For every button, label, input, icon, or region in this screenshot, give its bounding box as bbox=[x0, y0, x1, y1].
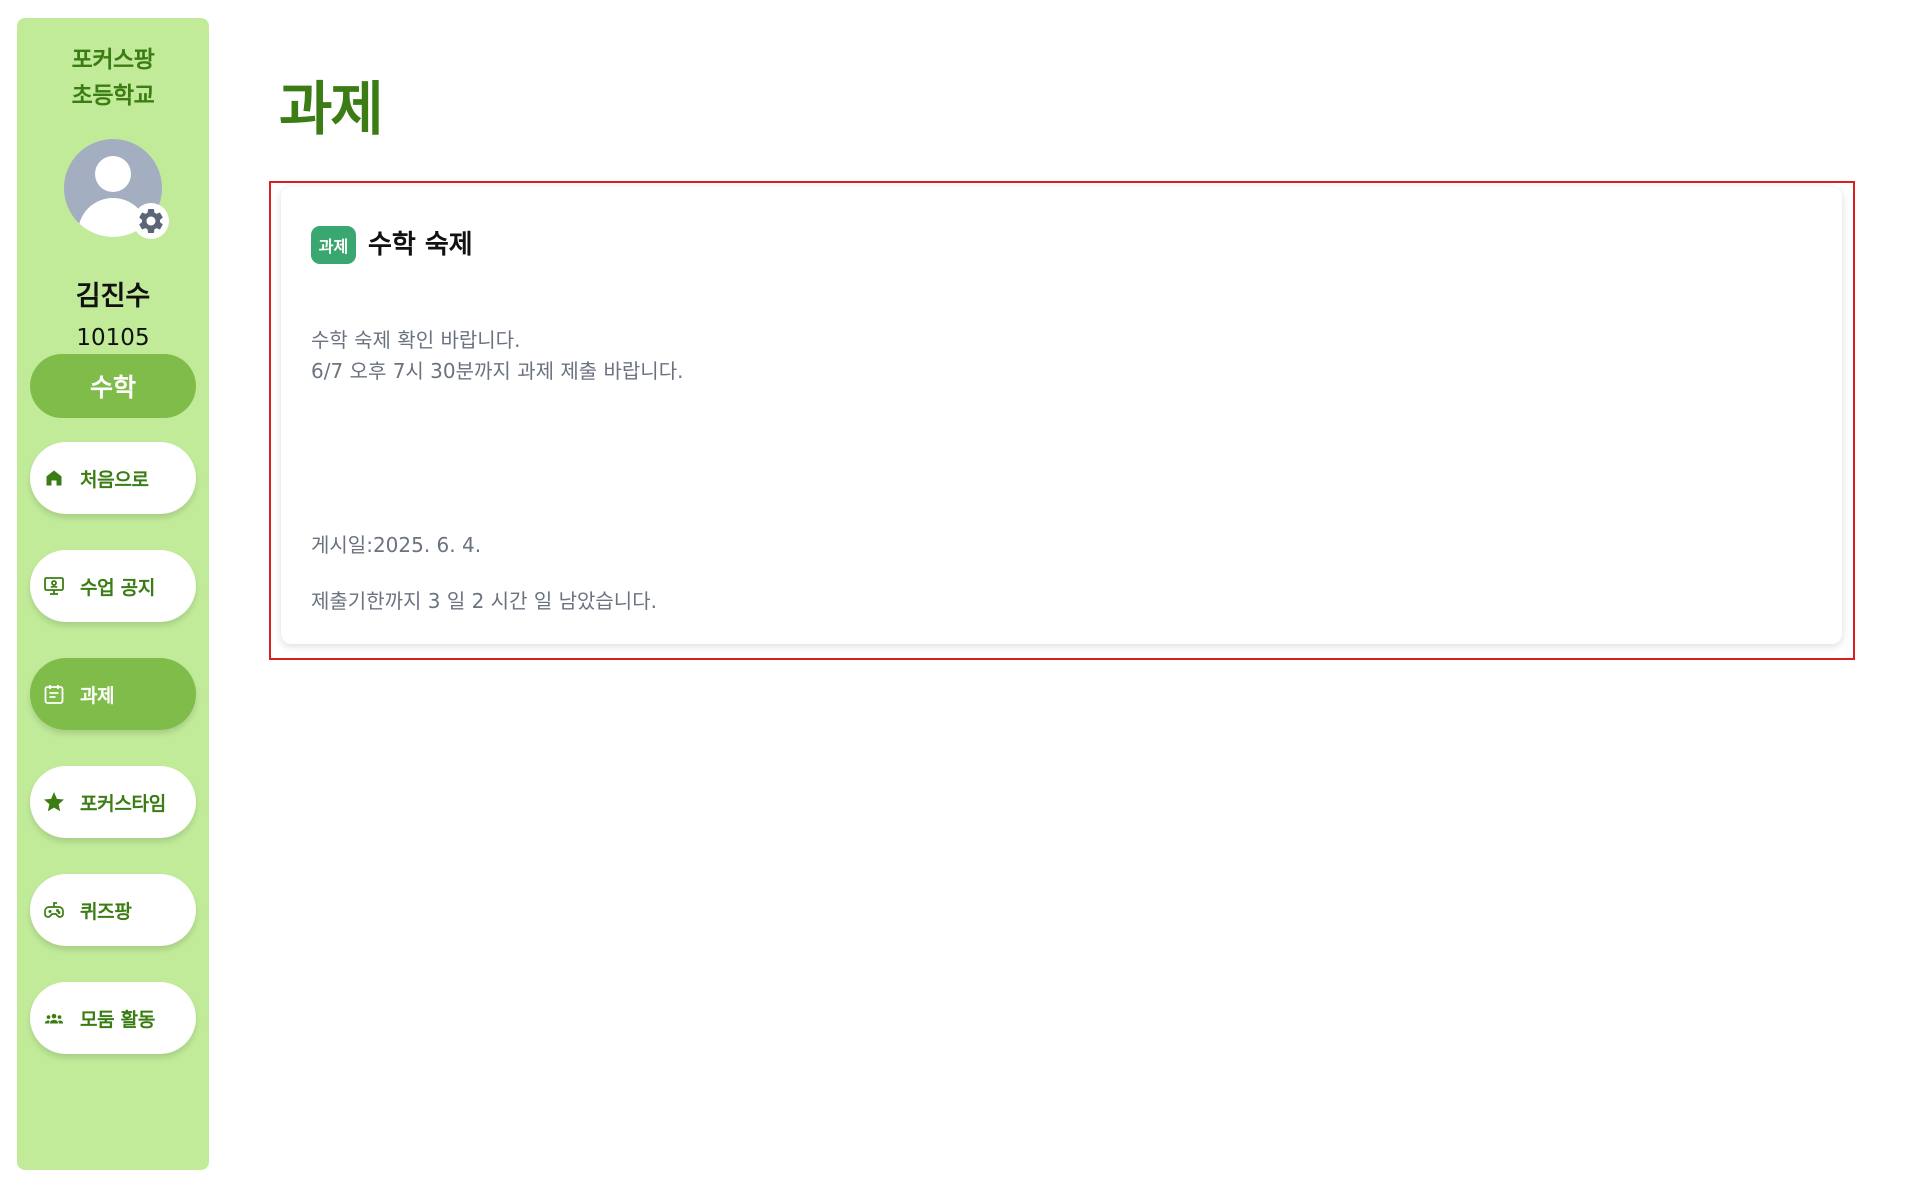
assignment-body: 수학 숙제 확인 바랍니다. 6/7 오후 7시 30분까지 과제 제출 바랍니… bbox=[311, 325, 683, 387]
posted-date: 게시일:2025. 6. 4. bbox=[311, 533, 482, 557]
nav-item-assignment[interactable]: 과제 bbox=[30, 658, 196, 730]
deadline-remaining: 제출기한까지 3 일 2 시간 일 남았습니다. bbox=[311, 589, 657, 613]
nav-item-label: 모둠 활동 bbox=[80, 1008, 156, 1031]
nav-item-label: 퀴즈팡 bbox=[80, 900, 132, 923]
avatar-head bbox=[95, 156, 131, 192]
assignment-badge: 과제 bbox=[311, 226, 356, 264]
assignment-card[interactable]: 과제 수학 숙제 수학 숙제 확인 바랍니다. 6/7 오후 7시 30분까지 … bbox=[281, 187, 1842, 644]
assignment-body-line1: 수학 숙제 확인 바랍니다. bbox=[311, 328, 521, 352]
nav-item-focustime[interactable]: 포커스타임 bbox=[30, 766, 196, 838]
subject-button[interactable]: 수학 bbox=[30, 354, 196, 418]
presentation-icon bbox=[42, 574, 66, 598]
school-name-line1: 포커스팡 bbox=[71, 47, 155, 73]
nav-item-label: 처음으로 bbox=[80, 468, 149, 491]
student-name: 김진수 bbox=[75, 281, 151, 312]
home-icon bbox=[42, 466, 66, 490]
nav-item-home[interactable]: 처음으로 bbox=[30, 442, 196, 514]
assignment-icon bbox=[42, 682, 66, 706]
gamepad-icon bbox=[42, 898, 66, 922]
nav-item-quiz[interactable]: 퀴즈팡 bbox=[30, 874, 196, 946]
student-id: 10105 bbox=[76, 325, 150, 351]
school-name: 포커스팡 초등학교 bbox=[17, 42, 209, 114]
page-title: 과제 bbox=[279, 75, 384, 143]
group-icon bbox=[42, 1006, 66, 1030]
nav-item-group-activity[interactable]: 모둠 활동 bbox=[30, 982, 196, 1054]
school-name-line2: 초등학교 bbox=[71, 83, 155, 109]
gear-icon[interactable] bbox=[133, 203, 169, 239]
nav-item-label: 포커스타임 bbox=[80, 792, 166, 815]
nav-item-label: 수업 공지 bbox=[80, 576, 156, 599]
assignment-body-line2: 6/7 오후 7시 30분까지 과제 제출 바랍니다. bbox=[311, 359, 684, 383]
sidebar: 포커스팡 초등학교 김진수 10105 수학 처음으로 수업 공지 과제 포커스… bbox=[17, 18, 209, 1170]
star-icon bbox=[42, 790, 66, 814]
nav-item-label: 과제 bbox=[80, 684, 115, 707]
nav-item-class-notice[interactable]: 수업 공지 bbox=[30, 550, 196, 622]
assignment-title: 수학 숙제 bbox=[368, 230, 473, 260]
